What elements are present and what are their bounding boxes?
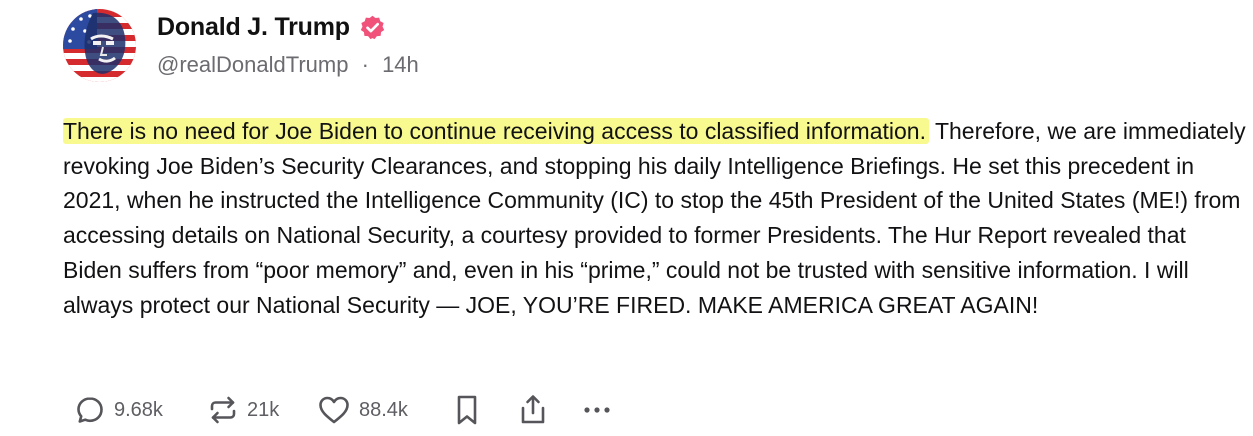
highlighted-text: There is no need for Joe Biden to contin… bbox=[63, 118, 929, 144]
reply-button[interactable]: 9.68k bbox=[74, 394, 207, 426]
author-meta: @realDonaldTrump · 14h bbox=[157, 52, 419, 78]
like-count: 88.4k bbox=[359, 398, 408, 421]
bookmark-icon bbox=[452, 393, 482, 427]
author-handle[interactable]: @realDonaldTrump bbox=[157, 52, 348, 77]
author-name-row: Donald J. Trump bbox=[157, 11, 386, 43]
post-timestamp[interactable]: 14h bbox=[382, 52, 419, 77]
repost-count: 21k bbox=[247, 398, 280, 421]
repost-button[interactable]: 21k bbox=[207, 394, 317, 426]
avatar[interactable] bbox=[63, 9, 136, 82]
more-icon bbox=[580, 400, 614, 420]
share-button[interactable] bbox=[517, 393, 580, 427]
reply-icon bbox=[74, 394, 106, 426]
action-bar: 9.68k 21k 88.4k bbox=[74, 390, 614, 430]
author-display-name[interactable]: Donald J. Trump bbox=[157, 13, 350, 42]
like-icon bbox=[317, 394, 351, 426]
reply-count: 9.68k bbox=[114, 398, 163, 421]
more-options-button[interactable] bbox=[580, 400, 614, 420]
repost-icon bbox=[207, 394, 239, 426]
share-icon bbox=[517, 393, 549, 427]
avatar-image bbox=[63, 9, 136, 82]
bookmark-button[interactable] bbox=[452, 393, 517, 427]
like-button[interactable]: 88.4k bbox=[317, 394, 452, 426]
post-body-text: Therefore, we are immediately revoking J… bbox=[63, 118, 1246, 318]
post-text: There is no need for Joe Biden to contin… bbox=[63, 114, 1248, 322]
meta-separator: · bbox=[361, 52, 369, 77]
verified-badge-icon bbox=[359, 14, 386, 41]
